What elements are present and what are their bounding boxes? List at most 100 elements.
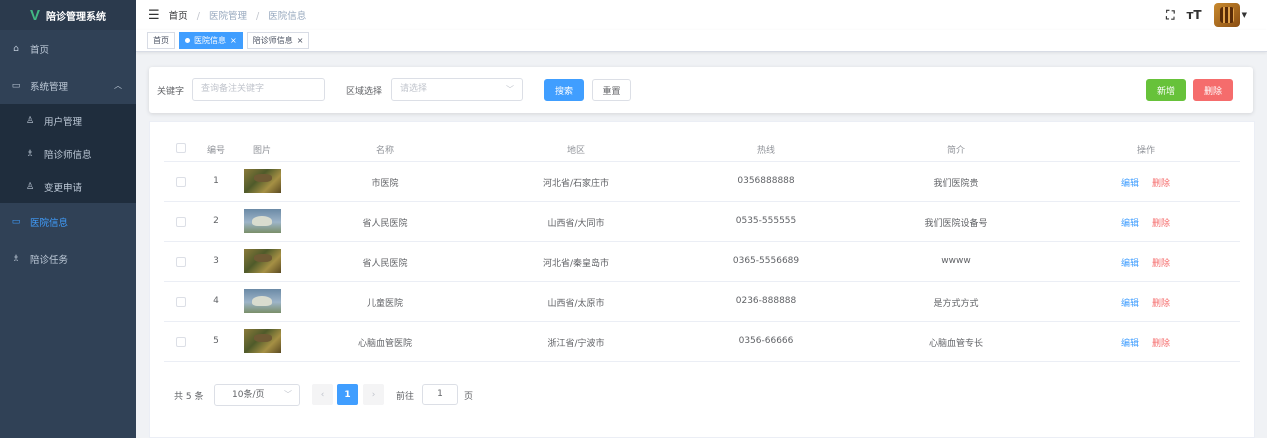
tags-view: 首页 医院信息 × 陪诊师信息 × bbox=[136, 30, 1267, 52]
top-navbar: ☰ 首页 / 医院管理 / 医院信息 ⛶ тT ▼ bbox=[136, 0, 1267, 30]
column-header-actions: 操作 bbox=[1136, 146, 1156, 156]
sidebar-item-label: 陪诊任务 bbox=[30, 254, 69, 266]
table-row: 1 市医院 河北省/石家庄市 0356888888 我们医院贵 编辑 删除 bbox=[164, 162, 1240, 202]
select-all-checkbox[interactable] bbox=[176, 143, 186, 153]
cell-region: 浙江省/宁波市 bbox=[547, 339, 605, 349]
sidebar-item-label: 变更申请 bbox=[44, 182, 83, 194]
delete-button[interactable]: 删除 bbox=[1193, 79, 1233, 101]
row-checkbox[interactable] bbox=[176, 217, 186, 227]
column-header-region: 地区 bbox=[566, 146, 586, 156]
keyword-placeholder: 查询备注关键字 bbox=[201, 84, 265, 94]
delete-link[interactable]: 删除 bbox=[1152, 176, 1170, 189]
cell-region: 河北省/秦皇岛市 bbox=[542, 259, 610, 269]
sidebar: V 陪诊管理系统 ⌂ 首页 ▭ 系统管理 ︿ ♙ 用户管理 ♗ 陪诊师信息 ♙ … bbox=[0, 0, 136, 438]
cell-name: 市医院 bbox=[371, 179, 399, 189]
cell-id: 2 bbox=[213, 216, 219, 226]
cell-intro: 我们医院设备号 bbox=[924, 219, 988, 229]
sidebar-item-tasks[interactable]: ♗ 陪诊任务 bbox=[0, 240, 136, 277]
tag-home[interactable]: 首页 bbox=[147, 32, 175, 49]
table-row: 3 省人民医院 河北省/秦皇岛市 0365-5556689 wwww 编辑 删除 bbox=[164, 242, 1240, 282]
chevron-down-icon: ﹀ bbox=[284, 390, 292, 399]
row-checkbox[interactable] bbox=[176, 297, 186, 307]
app-logo[interactable]: V 陪诊管理系统 bbox=[0, 0, 136, 30]
add-button[interactable]: 新增 bbox=[1146, 79, 1186, 101]
search-panel: 关键字 查询备注关键字 区域选择 请选择 ﹀ 搜索 重置 新增 删除 bbox=[149, 67, 1253, 113]
edit-link[interactable]: 编辑 bbox=[1121, 216, 1139, 229]
app-title: 陪诊管理系统 bbox=[46, 11, 107, 23]
cell-hotline: 0356-66666 bbox=[738, 336, 794, 346]
sidebar-item-home[interactable]: ⌂ 首页 bbox=[0, 30, 136, 67]
cell-intro: 心脑血管专长 bbox=[928, 339, 984, 349]
page-size-select[interactable]: 10条/页 ﹀ bbox=[214, 384, 300, 406]
edit-link[interactable]: 编辑 bbox=[1121, 336, 1139, 349]
sidebar-item-label: 陪诊师信息 bbox=[44, 149, 92, 161]
reset-button[interactable]: 重置 bbox=[592, 79, 631, 101]
next-page-button[interactable]: › bbox=[363, 384, 384, 405]
fullscreen-icon[interactable]: ⛶ bbox=[1166, 8, 1174, 23]
page-number-current[interactable]: 1 bbox=[337, 384, 358, 405]
table-row: 4 儿童医院 山西省/太原市 0236-888888 是方式方式 编辑 删除 bbox=[164, 282, 1240, 322]
chevron-up-icon: ︿ bbox=[114, 81, 122, 90]
breadcrumb-hospital-mgmt: 医院管理 bbox=[208, 11, 247, 22]
edit-link[interactable]: 编辑 bbox=[1121, 296, 1139, 309]
active-dot-icon bbox=[185, 38, 190, 43]
close-icon[interactable]: × bbox=[230, 33, 237, 48]
column-header-intro: 简介 bbox=[946, 146, 966, 156]
avatar[interactable] bbox=[1213, 3, 1240, 27]
cell-region: 山西省/太原市 bbox=[547, 299, 605, 309]
cell-id: 3 bbox=[213, 256, 219, 266]
breadcrumb-home[interactable]: 首页 bbox=[169, 11, 188, 22]
caret-down-icon[interactable]: ▼ bbox=[1242, 11, 1247, 19]
sidebar-item-escorts[interactable]: ♗ 陪诊师信息 bbox=[0, 137, 136, 170]
hamburger-icon[interactable]: ☰ bbox=[148, 8, 160, 23]
keyword-input[interactable]: 查询备注关键字 bbox=[192, 78, 325, 101]
hospital-thumbnail bbox=[244, 209, 281, 233]
table-row: 2 省人民医院 山西省/大同市 0535-555555 我们医院设备号 编辑 删… bbox=[164, 202, 1240, 242]
hospital-thumbnail bbox=[244, 169, 281, 193]
table-row: 5 心脑血管医院 浙江省/宁波市 0356-66666 心脑血管专长 编辑 删除 bbox=[164, 322, 1240, 362]
breadcrumb-separator: / bbox=[255, 11, 260, 22]
page-size-value: 10条/页 bbox=[232, 390, 265, 400]
column-header-name: 名称 bbox=[375, 146, 395, 156]
sidebar-item-label: 首页 bbox=[30, 44, 50, 56]
row-checkbox[interactable] bbox=[176, 337, 186, 347]
region-select[interactable]: 请选择 ﹀ bbox=[391, 78, 523, 101]
search-button[interactable]: 搜索 bbox=[544, 79, 584, 101]
edit-link[interactable]: 编辑 bbox=[1121, 256, 1139, 269]
cell-name: 省人民医院 bbox=[362, 259, 408, 269]
cell-intro: 是方式方式 bbox=[933, 299, 979, 309]
hospital-thumbnail bbox=[244, 249, 281, 273]
delete-link[interactable]: 删除 bbox=[1152, 296, 1170, 309]
sidebar-item-system[interactable]: ▭ 系统管理 ︿ bbox=[0, 67, 136, 104]
home-icon: ⌂ bbox=[13, 43, 19, 54]
cell-intro: 我们医院贵 bbox=[933, 179, 979, 189]
table-header: 编号 图片 名称 地区 热线 简介 操作 bbox=[164, 135, 1240, 162]
sidebar-item-hospitals[interactable]: ▭ 医院信息 bbox=[0, 203, 136, 240]
cell-region: 河北省/石家庄市 bbox=[542, 179, 610, 189]
row-checkbox[interactable] bbox=[176, 257, 186, 267]
users-icon: ♗ bbox=[25, 148, 35, 159]
hospital-table-card: 编号 图片 名称 地区 热线 简介 操作 1 市医院 河北省/石家庄市 0356… bbox=[149, 121, 1255, 438]
row-checkbox[interactable] bbox=[176, 177, 186, 187]
delete-link[interactable]: 删除 bbox=[1152, 256, 1170, 269]
close-icon[interactable]: × bbox=[297, 33, 304, 48]
prev-page-button[interactable]: ‹ bbox=[312, 384, 333, 405]
user-icon: ♙ bbox=[25, 181, 35, 192]
edit-link[interactable]: 编辑 bbox=[1121, 176, 1139, 189]
sidebar-item-change-requests[interactable]: ♙ 变更申请 bbox=[0, 170, 136, 203]
total-count: 共 5 条 bbox=[174, 392, 204, 402]
column-header-image: 图片 bbox=[252, 146, 272, 156]
delete-link[interactable]: 删除 bbox=[1152, 216, 1170, 229]
delete-link[interactable]: 删除 bbox=[1152, 336, 1170, 349]
region-label: 区域选择 bbox=[346, 87, 383, 97]
font-size-icon[interactable]: тT bbox=[1186, 8, 1201, 22]
column-header-hotline: 热线 bbox=[756, 146, 776, 156]
tag-escort-info[interactable]: 陪诊师信息 × bbox=[246, 32, 310, 49]
tag-hospital-info[interactable]: 医院信息 × bbox=[179, 32, 243, 49]
chevron-down-icon: ﹀ bbox=[506, 85, 514, 94]
goto-label: 前往 bbox=[396, 392, 415, 402]
sidebar-item-users[interactable]: ♙ 用户管理 bbox=[0, 104, 136, 137]
sidebar-item-label: 系统管理 bbox=[30, 81, 69, 93]
goto-page-input[interactable]: 1 bbox=[422, 384, 458, 405]
region-placeholder: 请选择 bbox=[400, 84, 428, 94]
